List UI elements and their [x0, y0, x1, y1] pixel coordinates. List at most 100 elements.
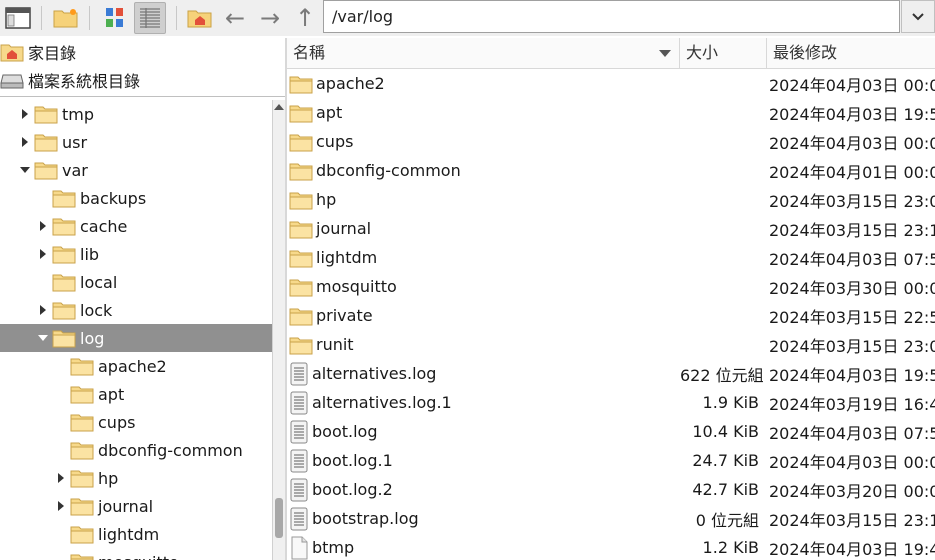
expander-collapsed-icon[interactable]: [56, 472, 66, 484]
tree-item-apache2[interactable]: apache2: [0, 352, 272, 380]
new-window-button[interactable]: [2, 2, 34, 34]
expander-collapsed-icon[interactable]: [56, 500, 66, 512]
expander-expanded-icon[interactable]: [37, 333, 49, 343]
file-row[interactable]: journal 2024年03月15日 23:12: [287, 214, 935, 243]
arrow-left-icon: ←: [224, 4, 246, 32]
file-modified: 2024年03月19日 16:48: [769, 394, 935, 414]
tree-item-lib[interactable]: lib: [0, 240, 272, 268]
file-name: private: [316, 306, 373, 325]
file-name: mosquitto: [316, 277, 397, 296]
file-row[interactable]: boot.log.2 42.7 KiB 2024年03月20日 00:00: [287, 475, 935, 504]
tree-item-usr[interactable]: usr: [0, 128, 272, 156]
folder-icon: [52, 190, 76, 208]
tree-item-cups[interactable]: cups: [0, 408, 272, 436]
place-item-root[interactable]: 檔案系統根目錄: [0, 66, 285, 94]
text-file-icon: [290, 507, 308, 530]
file-name: boot.log.1: [312, 451, 393, 470]
file-row[interactable]: alternatives.log 622 位元組 2024年04月03日 19:58: [287, 359, 935, 388]
file-modified: 2024年04月03日 00:00: [769, 133, 935, 153]
file-row[interactable]: dbconfig-common 2024年04月01日 00:00: [287, 156, 935, 185]
file-row[interactable]: apache2 2024年04月03日 00:00: [287, 69, 935, 98]
tree-item-label: tmp: [62, 104, 95, 124]
place-item-home[interactable]: 家目錄: [0, 38, 285, 66]
folder-icon: [289, 163, 313, 180]
places-panel: 家目錄 檔案系統根目錄: [0, 38, 285, 97]
forward-button[interactable]: →: [254, 2, 286, 34]
folder-icon: [289, 221, 313, 238]
new-folder-button[interactable]: [50, 2, 82, 34]
file-name: lightdm: [316, 248, 378, 267]
tree-item-cache[interactable]: cache: [0, 212, 272, 240]
path-input[interactable]: [323, 0, 900, 33]
file-modified: 2024年03月15日 23:01: [769, 336, 935, 356]
column-header-name-label: 名稱: [293, 43, 326, 62]
tree-item-backups[interactable]: backups: [0, 184, 272, 212]
tree-scroll-thumb[interactable]: [275, 498, 283, 538]
expander-collapsed-icon[interactable]: [38, 304, 48, 316]
tree-item-tmp[interactable]: tmp: [0, 100, 272, 128]
file-row[interactable]: private 2024年03月15日 22:59: [287, 301, 935, 330]
tree-item-label: lightdm: [98, 524, 160, 544]
file-row[interactable]: bootstrap.log 0 位元組 2024年03月15日 23:12: [287, 504, 935, 533]
tree-item-hp[interactable]: hp: [0, 464, 272, 492]
file-row[interactable]: runit 2024年03月15日 23:01: [287, 330, 935, 359]
tree-item-journal[interactable]: journal: [0, 492, 272, 520]
folder-icon: [34, 162, 58, 180]
folder-icon: [52, 330, 76, 348]
file-modified: 2024年04月03日 19:44: [769, 539, 935, 559]
back-button[interactable]: ←: [219, 2, 251, 34]
expander-collapsed-icon[interactable]: [20, 108, 30, 120]
icon-view-button[interactable]: [99, 2, 131, 34]
column-header-size[interactable]: 大小: [680, 38, 767, 68]
tree-scrollbar[interactable]: [272, 100, 285, 560]
tree-item-lightdm[interactable]: lightdm: [0, 520, 272, 548]
file-row[interactable]: boot.log.1 24.7 KiB 2024年04月03日 00:00: [287, 446, 935, 475]
path-history-dropdown[interactable]: [901, 0, 935, 33]
file-name: journal: [316, 219, 372, 238]
tree-item-apt[interactable]: apt: [0, 380, 272, 408]
icon-view-icon: [106, 8, 123, 27]
tree-item-log[interactable]: log: [0, 324, 272, 352]
arrow-up-icon: ↑: [294, 4, 316, 32]
tree-item-mosquitto[interactable]: mosquitto: [0, 548, 272, 560]
column-header-modified[interactable]: 最後修改: [767, 38, 935, 68]
tree-item-label: mosquitto: [98, 553, 179, 560]
expander-expanded-icon[interactable]: [19, 165, 31, 175]
scroll-up-icon[interactable]: [274, 104, 284, 110]
blank-file-icon: [291, 536, 308, 559]
file-modified: 2024年03月15日 22:59: [769, 307, 935, 327]
file-row[interactable]: mosquitto 2024年03月30日 00:00: [287, 272, 935, 301]
tree-item-var[interactable]: var: [0, 156, 272, 184]
file-name: boot.log: [312, 422, 378, 441]
file-size: 622 位元組: [680, 365, 764, 385]
tree-item-label: cache: [80, 216, 128, 236]
file-row[interactable]: boot.log 10.4 KiB 2024年04月03日 07:58: [287, 417, 935, 446]
folder-icon: [289, 105, 313, 122]
home-button[interactable]: [184, 2, 216, 34]
folder-icon: [289, 76, 313, 93]
up-button[interactable]: ↑: [289, 2, 321, 34]
folder-icon: [289, 134, 313, 151]
tree-item-local[interactable]: local: [0, 268, 272, 296]
file-list-header: 名稱 大小 最後修改: [287, 38, 935, 69]
list-view-button[interactable]: [134, 2, 166, 34]
file-name: runit: [316, 335, 354, 354]
expander-collapsed-icon[interactable]: [20, 136, 30, 148]
column-header-name[interactable]: 名稱: [287, 38, 680, 68]
file-row[interactable]: hp 2024年03月15日 23:04: [287, 185, 935, 214]
tree-item-label: dbconfig-common: [98, 440, 243, 460]
expander-collapsed-icon[interactable]: [38, 248, 48, 260]
expander-collapsed-icon[interactable]: [38, 220, 48, 232]
tree-item-label: lib: [80, 244, 100, 264]
folder-icon: [289, 279, 313, 296]
file-row[interactable]: apt 2024年04月03日 19:58: [287, 98, 935, 127]
tree-item-lock[interactable]: lock: [0, 296, 272, 324]
tree-item-dbconfig-common[interactable]: dbconfig-common: [0, 436, 272, 464]
file-row[interactable]: cups 2024年04月03日 00:00: [287, 127, 935, 156]
file-name: bootstrap.log: [312, 509, 419, 528]
file-row[interactable]: lightdm 2024年04月03日 07:58: [287, 243, 935, 272]
folder-icon: [70, 414, 94, 432]
file-row[interactable]: btmp 1.2 KiB 2024年04月03日 19:44: [287, 533, 935, 560]
file-row[interactable]: alternatives.log.1 1.9 KiB 2024年03月19日 16:…: [287, 388, 935, 417]
file-name: dbconfig-common: [316, 161, 461, 180]
